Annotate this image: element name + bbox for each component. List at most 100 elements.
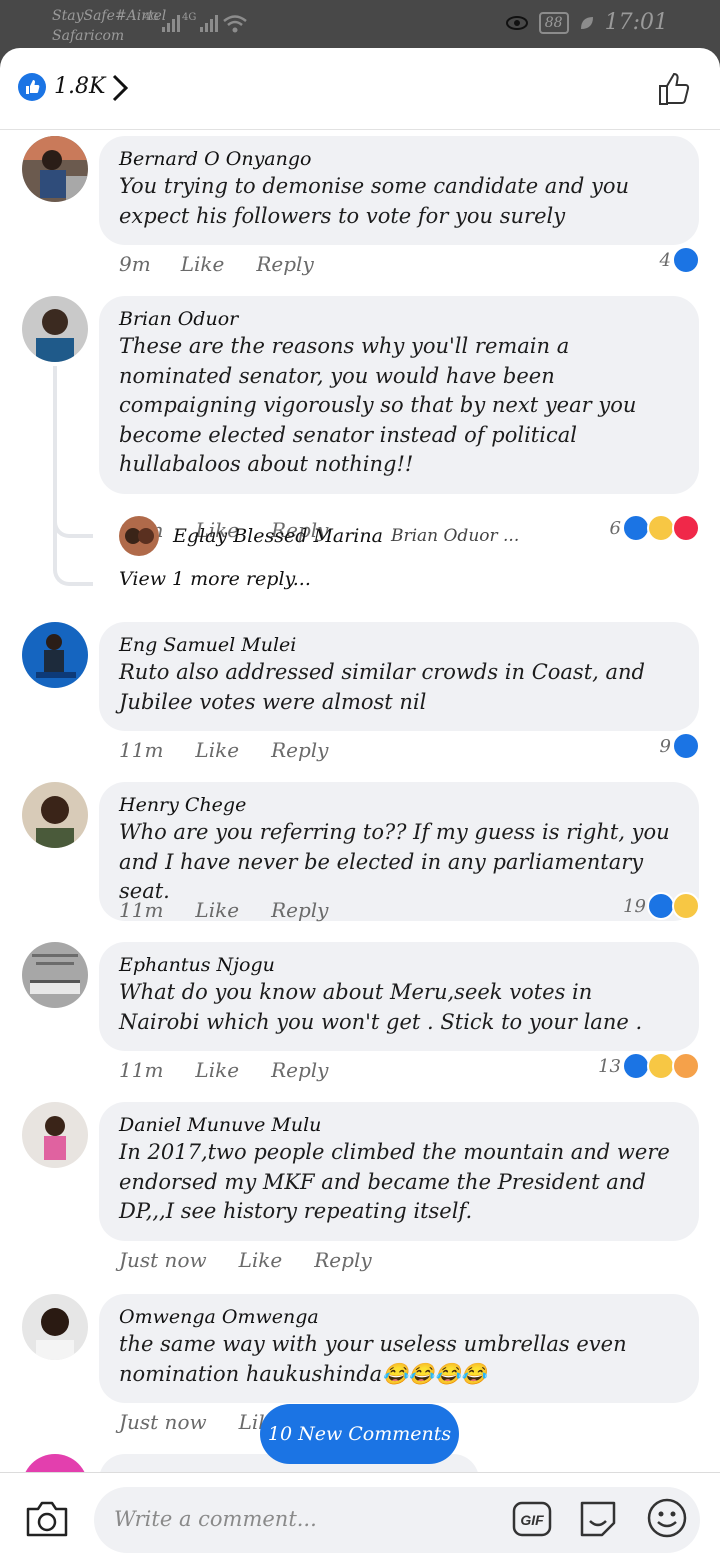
reactions-header: 1.8K (0, 48, 720, 130)
comment-input[interactable]: Write a comment... GIF (94, 1487, 700, 1553)
comment-bubble: Ephantus Njogu What do you know about Me… (99, 942, 699, 1051)
chevron-right-icon[interactable] (108, 72, 132, 104)
leaf-icon (580, 16, 593, 29)
gif-icon[interactable]: GIF (512, 1499, 552, 1539)
comment-text: These are the reasons why you'll remain … (119, 334, 637, 476)
comment-text: In 2017,two people climbed the mountain … (119, 1140, 670, 1223)
reply-button[interactable]: Reply (271, 738, 328, 762)
like-icon (672, 732, 700, 760)
comment-author[interactable]: Brian Oduor (119, 308, 679, 330)
thread-branch (53, 496, 93, 538)
comment-bubble: Bernard O Onyango You trying to demonise… (99, 136, 699, 245)
comment-meta: Just now Like Reply (119, 1248, 372, 1272)
gif-label: GIF (520, 1512, 544, 1528)
comment-bubble: Daniel Munuve Mulu In 2017,two people cl… (99, 1102, 699, 1241)
comment-item: Ephantus Njogu What do you know about Me… (0, 942, 720, 1092)
new-comments-button[interactable]: 10 New Comments (260, 1404, 459, 1464)
comment-text: You trying to demonise some candidate an… (119, 174, 629, 228)
eye-icon (505, 15, 528, 30)
comment-meta: 9m Like Reply (119, 252, 314, 276)
comment-input-placeholder: Write a comment... (114, 1507, 317, 1531)
avatar[interactable] (22, 136, 88, 202)
comment-author[interactable]: Eng Samuel Mulei (119, 634, 679, 656)
comment-item: Eng Samuel Mulei Ruto also addressed sim… (0, 622, 720, 772)
avatar[interactable] (22, 782, 88, 848)
view-more-replies[interactable]: View 1 more reply... (119, 568, 311, 590)
reaction-count: 19 (623, 895, 646, 917)
comment-author[interactable]: Bernard O Onyango (119, 148, 679, 170)
haha-icon (647, 1052, 675, 1080)
comment-bubble: Brian Oduor These are the reasons why yo… (99, 296, 699, 494)
comment-time: 11m (119, 1058, 164, 1082)
like-icon (647, 892, 675, 920)
emoji-icon[interactable] (646, 1497, 688, 1539)
care-icon (672, 1052, 700, 1080)
reply-button[interactable]: Reply (256, 252, 313, 276)
like-icon (622, 514, 650, 542)
comment-author[interactable]: Omwenga Omwenga (119, 1306, 679, 1328)
thumbs-up-outline-icon[interactable] (656, 70, 694, 108)
comment-reactions[interactable]: 4 (660, 246, 700, 274)
comment-text: Ruto also addressed similar crowds in Co… (119, 660, 645, 714)
reply-button[interactable]: Reply (314, 1248, 371, 1272)
like-button[interactable]: Like (195, 1058, 239, 1082)
comment-time: 11m (119, 738, 164, 762)
love-icon (672, 514, 700, 542)
comment-meta: 11m Like Reply (119, 738, 328, 762)
reply-tag: Brian Oduor ... (390, 526, 520, 546)
comment-text: Who are you referring to?? If my guess i… (119, 820, 670, 903)
sticker-icon[interactable] (576, 1497, 620, 1541)
like-icon (622, 1052, 650, 1080)
like-button[interactable]: Like (195, 738, 239, 762)
reply-button[interactable]: Reply (271, 898, 328, 922)
avatar[interactable] (22, 942, 88, 1008)
like-button[interactable]: Like (195, 898, 239, 922)
like-button[interactable]: Like (181, 252, 225, 276)
comment-item: Bernard O Onyango You trying to demonise… (0, 136, 720, 286)
comment-text: What do you know about Meru,seek votes i… (119, 980, 643, 1034)
comment-time: Just now (119, 1248, 207, 1272)
like-icon[interactable] (18, 73, 46, 101)
reaction-count: 13 (598, 1055, 621, 1077)
battery-indicator: 88 (538, 11, 569, 34)
comment-meta: 11m Like Reply (119, 898, 328, 922)
comment-item: Daniel Munuve Mulu In 2017,two people cl… (0, 1102, 720, 1284)
comment-author[interactable]: Daniel Munuve Mulu (119, 1114, 679, 1136)
haha-icon (672, 892, 700, 920)
signal-2-icon: 4G (182, 12, 219, 32)
comment-bubble: Eng Samuel Mulei Ruto also addressed sim… (99, 622, 699, 731)
status-right: 88 17:01 (505, 10, 668, 35)
comment-reactions[interactable]: 19 (623, 892, 700, 920)
comment-text: the same way with your useless umbrellas… (119, 1332, 627, 1386)
avatar[interactable] (22, 1294, 88, 1360)
comment-time: 11m (119, 898, 164, 922)
comment-author[interactable]: Henry Chege (119, 794, 679, 816)
avatar[interactable] (22, 296, 88, 362)
comments-sheet: 1.8K Bernard O Onyango You trying to dem… (0, 48, 720, 1560)
avatar[interactable] (22, 1102, 88, 1168)
comment-meta: Just now Like (119, 1410, 282, 1434)
camera-icon[interactable] (24, 1499, 70, 1539)
comment-time: 9m (119, 252, 151, 276)
comment-composer: Write a comment... GIF (0, 1472, 720, 1560)
comment-bubble: Omwenga Omwenga the same way with your u… (99, 1294, 699, 1403)
reaction-count: 9 (659, 735, 671, 757)
comment-reactions[interactable]: 9 (660, 732, 700, 760)
comment-reactions[interactable]: 6 (610, 514, 700, 542)
signal-1-icon: 4G (144, 12, 181, 32)
avatar[interactable] (22, 622, 88, 688)
comment-meta: 11m Like Reply (119, 1058, 328, 1082)
reaction-count: 6 (609, 517, 621, 539)
like-button[interactable]: Like (239, 1248, 283, 1272)
reaction-count[interactable]: 1.8K (54, 74, 105, 99)
comment-author[interactable]: Ephantus Njogu (119, 954, 679, 976)
like-icon (672, 246, 700, 274)
reply-author[interactable]: Eglay Blessed Marina (173, 525, 383, 547)
reply-preview[interactable]: Eglay Blessed Marina Brian Oduor ... (119, 516, 519, 556)
comment-reactions[interactable]: 13 (598, 1052, 700, 1080)
haha-icon (647, 514, 675, 542)
status-bar: StaySafe#Airtel Safaricom 4G 4G 88 17:01 (0, 0, 720, 48)
avatar[interactable] (119, 516, 159, 556)
reaction-count: 4 (659, 249, 671, 271)
reply-button[interactable]: Reply (271, 1058, 328, 1082)
